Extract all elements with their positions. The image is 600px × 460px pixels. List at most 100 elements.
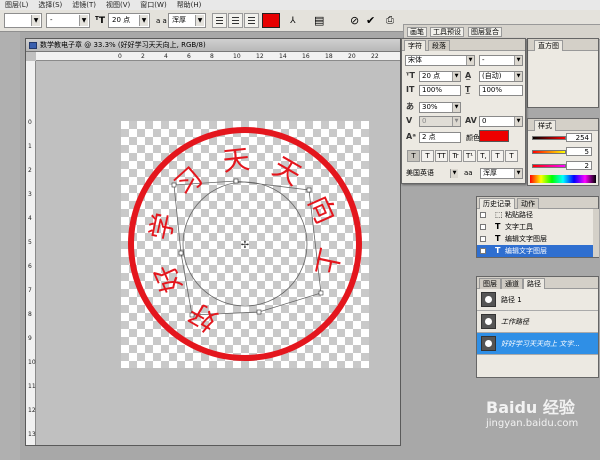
align-left-button[interactable] (212, 13, 227, 28)
faux-style-button[interactable]: TT (435, 150, 448, 162)
document-window: 数学教电子章 @ 33.3% (好好学习天天向上, RGB/8) 0 2 4 6 8 10… (25, 38, 401, 446)
faux-style-button[interactable]: T (491, 150, 504, 162)
chevron-down-icon: ▼ (466, 56, 474, 65)
history-list: ⬚ 粘贴路径 T 文字工具 T 编辑文字图层 T 编辑文字图层 (477, 209, 593, 257)
paths-list: 路径 1 工作路径好好学习天天向上 文字... (477, 289, 598, 377)
transform-handle[interactable] (318, 290, 324, 296)
history-item[interactable]: T 文字工具 (477, 221, 593, 233)
menu-item[interactable]: 视图(V) (101, 0, 135, 10)
char-font-style-select[interactable]: - ▼ (479, 55, 523, 66)
history-state-checkbox[interactable] (480, 224, 486, 230)
green-slider[interactable] (532, 150, 566, 154)
history-state-checkbox[interactable] (480, 236, 486, 242)
menu-item[interactable]: 滤镜(T) (67, 0, 101, 10)
tab-history[interactable]: 历史记录 (479, 198, 515, 209)
printer-icon[interactable]: ⎙ (386, 14, 394, 28)
tsume-icon: あ (406, 102, 414, 111)
char-anti-alias-select[interactable]: 浑厚 ▼ (480, 168, 523, 179)
history-item-label: 文字工具 (505, 223, 533, 231)
path-item[interactable]: 路径 1 (477, 289, 598, 311)
menu-item[interactable]: 帮助(H) (172, 0, 207, 10)
path-item-label: 路径 1 (501, 296, 522, 304)
path-thumbnail-icon (481, 336, 496, 351)
path-item[interactable]: 好好学习天天向上 文字... (477, 333, 598, 355)
tab-styles[interactable]: 样式 (534, 120, 556, 131)
well-tab-layer-comps[interactable]: 图层复合 (468, 27, 502, 37)
history-item[interactable]: ⬚ 粘贴路径 (477, 209, 593, 221)
path-item[interactable]: 工作路径 (477, 311, 598, 333)
faux-style-button[interactable]: Tr (449, 150, 462, 162)
char-leading-select[interactable]: (自动) ▼ (479, 71, 523, 82)
faux-style-button[interactable]: T (505, 150, 518, 162)
menu-bar: 图层(L) 选择(S) 滤镜(T) 视图(V) 窗口(W) 帮助(H) (0, 0, 600, 10)
font-family-select[interactable]: ▼ (4, 13, 42, 28)
char-size-select[interactable]: 20 点 ▼ (419, 71, 461, 82)
menu-item[interactable]: 图层(L) (0, 0, 33, 10)
char-baseline-input[interactable]: 2 点 (419, 132, 461, 143)
faux-style-button[interactable]: T (421, 150, 434, 162)
stamp-artwork[interactable]: ✢ 好好学习天 天向上 (26, 39, 402, 447)
tab-histogram[interactable]: 直方图 (534, 40, 563, 51)
tab-actions[interactable]: 动作 (517, 198, 539, 209)
font-size-select[interactable]: 20 点 ▼ (108, 13, 150, 28)
anti-alias-icon: aa (464, 169, 473, 177)
menu-item[interactable]: 窗口(W) (135, 0, 171, 10)
chevron-down-icon: ▼ (514, 117, 522, 126)
char-tsume-select[interactable]: 30% ▼ (419, 102, 461, 113)
history-state-checkbox[interactable] (480, 248, 486, 254)
font-style-select[interactable]: - ▼ (46, 13, 90, 28)
align-center-button[interactable] (228, 13, 243, 28)
history-state-checkbox[interactable] (480, 212, 486, 218)
path-icon: ⬚ (495, 210, 503, 219)
history-scrollbar[interactable] (593, 209, 599, 257)
color-ramp[interactable] (530, 175, 596, 183)
history-item[interactable]: T 编辑文字图层 (477, 245, 593, 257)
stamp-char: 向 (302, 191, 341, 228)
anti-alias-select[interactable]: 浑厚 ▼ (168, 13, 206, 28)
char-color-swatch[interactable] (479, 130, 509, 142)
blue-value-input[interactable]: 2 (566, 161, 592, 170)
vertical-scale-icon: IT (406, 85, 415, 94)
stamp-char: 好 (149, 259, 188, 296)
path-item-label: 工作路径 (501, 318, 529, 326)
well-tab-tool-presets[interactable]: 工具预设 (430, 27, 464, 37)
red-value-input[interactable]: 254 (566, 133, 592, 142)
tab-paths[interactable]: 路径 (523, 278, 545, 289)
history-item[interactable]: T 编辑文字图层 (477, 233, 593, 245)
transform-handle[interactable] (233, 178, 239, 184)
tab-paragraph[interactable]: 段落 (428, 40, 450, 51)
align-right-button[interactable] (244, 13, 259, 28)
menu-item[interactable]: 选择(S) (33, 0, 67, 10)
red-slider[interactable] (532, 136, 566, 140)
tab-layers[interactable]: 图层 (479, 278, 501, 289)
faux-style-button[interactable]: T (407, 150, 420, 162)
green-value-input[interactable]: 5 (566, 147, 592, 156)
rotation-center-icon[interactable]: ✢ (241, 240, 249, 251)
blue-slider[interactable] (532, 164, 566, 168)
char-tracking-select[interactable]: 0 ▼ (479, 116, 523, 127)
watermark: Baidu 经验 jingyan.baidu.com (486, 394, 598, 454)
history-panel: 历史记录 动作 ⬚ 粘贴路径 T 文字工具 T 编辑文字图层 T 编辑文字图层 (476, 196, 599, 258)
toolbox (0, 32, 20, 460)
palettes-icon[interactable]: ▤ (314, 14, 324, 28)
faux-style-button[interactable]: T¹ (463, 150, 476, 162)
char-horizontal-scale-input[interactable]: 100% (479, 85, 523, 96)
warp-text-icon[interactable]: ⅄ (290, 14, 296, 28)
chevron-down-icon[interactable]: ▼ (450, 169, 458, 178)
well-tab-brushes[interactable]: 画笔 (407, 27, 427, 37)
tab-character[interactable]: 字符 (404, 40, 426, 51)
transform-handle[interactable] (178, 250, 184, 256)
transform-handle[interactable] (306, 187, 312, 193)
char-vertical-scale-input[interactable]: 100% (419, 85, 461, 96)
char-kerning-select[interactable]: 0 ▼ (419, 116, 461, 127)
transform-handle[interactable] (256, 309, 262, 315)
char-font-family-select[interactable]: 宋体 ▼ (405, 55, 475, 66)
faux-style-button[interactable]: T, (477, 150, 490, 162)
chevron-down-icon: ▼ (514, 72, 522, 81)
cancel-icon[interactable]: ⊘ (350, 14, 359, 28)
chevron-down-icon: ▼ (452, 103, 460, 112)
commit-icon[interactable]: ✔ (366, 14, 375, 28)
leading-icon: A̲ (465, 71, 472, 80)
text-color-swatch[interactable] (262, 13, 280, 28)
tab-channels[interactable]: 通道 (501, 278, 523, 289)
